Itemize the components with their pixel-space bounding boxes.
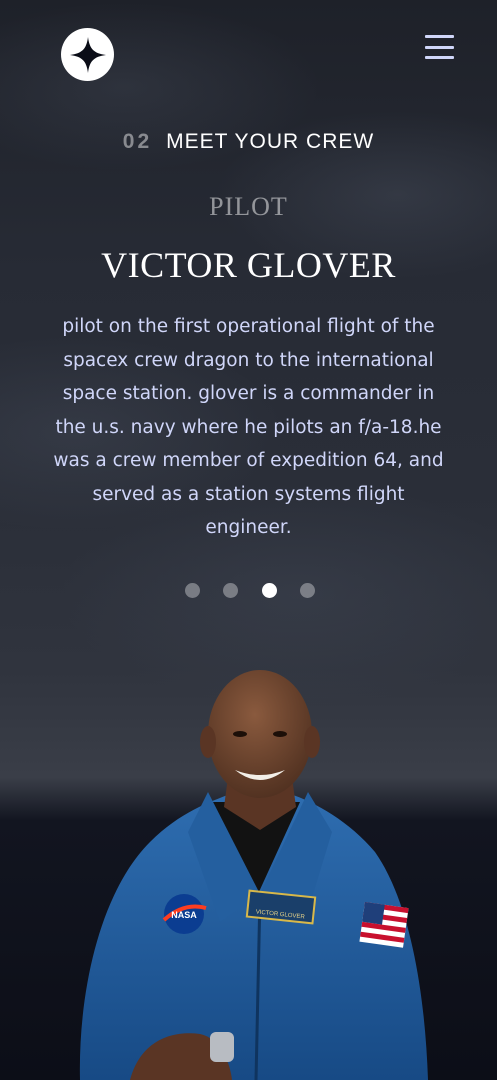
- carousel-dot-2[interactable]: [223, 582, 239, 598]
- section-heading: 02 MEET YOUR CREW: [0, 130, 497, 154]
- carousel-dot-1[interactable]: [185, 582, 200, 598]
- crew-name: VICTOR GLOVER: [101, 245, 396, 285]
- section-title: MEET YOUR CREW: [166, 130, 375, 153]
- menu-line: [425, 35, 454, 38]
- crew-bio: pilot on the first operational flight of…: [53, 316, 444, 538]
- crew-photo: NASA VICTOR GLOVER: [79, 670, 428, 1080]
- carousel-dot-4[interactable]: [299, 582, 315, 598]
- home-logo[interactable]: [61, 28, 114, 81]
- crew-role: PILOT: [209, 192, 288, 221]
- star-logo-icon: [69, 36, 106, 73]
- section-number: 02: [122, 130, 153, 153]
- menu-line: [425, 45, 454, 49]
- menu-line: [425, 56, 454, 59]
- carousel-dots: [185, 582, 315, 598]
- hamburger-menu-icon[interactable]: [425, 33, 454, 61]
- carousel-dot-3[interactable]: [261, 582, 277, 598]
- nasa-patch-text: NASA: [171, 910, 197, 920]
- site-header: [0, 0, 497, 110]
